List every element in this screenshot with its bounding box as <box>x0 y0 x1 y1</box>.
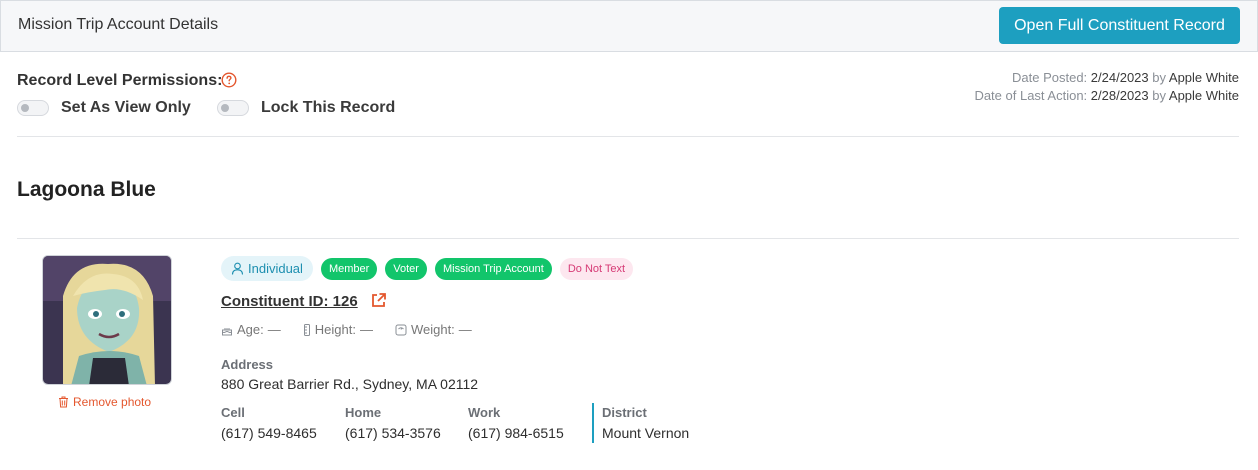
address-value: 880 Great Barrier Rd., Sydney, MA 02112 <box>221 376 479 392</box>
permissions-label: Record Level Permissions: <box>17 72 223 89</box>
work-label: Work <box>468 405 501 420</box>
last-action-line: Date of Last Action: 2/28/2023 by Apple … <box>974 87 1239 105</box>
cell-label: Cell <box>221 405 245 420</box>
help-icon[interactable] <box>221 72 237 88</box>
type-badge-label: Individual <box>248 261 303 276</box>
weight-label: Weight: <box>410 322 455 337</box>
open-full-record-button[interactable]: Open Full Constituent Record <box>999 7 1240 44</box>
posted-by-value: Apple White <box>1168 70 1239 85</box>
person-icon <box>231 262 244 275</box>
weight-item: Weight: — <box>395 322 472 337</box>
remove-photo-label: Remove photo <box>73 395 152 409</box>
address-label: Address <box>221 357 274 372</box>
date-posted-label: Date Posted: <box>1012 70 1088 85</box>
external-link-icon[interactable] <box>370 292 387 309</box>
last-action-value: 2/28/2023 <box>1090 88 1149 103</box>
tag-voter: Voter <box>385 257 427 280</box>
home-value[interactable]: (617) 534-3576 <box>345 425 441 441</box>
home-label: Home <box>345 405 382 420</box>
height-item: Height: — <box>303 322 373 337</box>
work-value[interactable]: (617) 984-6515 <box>468 425 564 441</box>
age-label: Age: <box>237 322 264 337</box>
cell-value[interactable]: (617) 549-8465 <box>221 425 317 441</box>
last-action-by-label: by <box>1152 88 1166 103</box>
page-title: Mission Trip Account Details <box>18 16 219 33</box>
date-posted-line: Date Posted: 2/24/2023 by Apple White <box>974 69 1239 87</box>
date-posted-value: 2/24/2023 <box>1090 70 1149 85</box>
lock-record-label: Lock This Record <box>261 99 396 116</box>
tag-member: Member <box>320 257 378 280</box>
view-only-label: Set As View Only <box>61 99 191 116</box>
weight-value: — <box>458 322 472 337</box>
posted-by-label: by <box>1152 70 1166 85</box>
age-item: Age: — <box>221 322 281 337</box>
header-bar: Mission Trip Account Details Open Full C… <box>0 0 1258 52</box>
constituent-name: Lagoona Blue <box>17 178 156 201</box>
tag-list: Individual Member Voter Mission Trip Acc… <box>221 256 634 281</box>
remove-photo-button[interactable]: Remove photo <box>58 395 151 409</box>
divider <box>17 136 1239 137</box>
avatar-image <box>43 256 171 384</box>
view-only-row: Set As View Only <box>17 99 191 117</box>
district-label: District <box>602 405 647 420</box>
last-action-label: Date of Last Action: <box>974 88 1088 103</box>
district-value: Mount Vernon <box>602 425 690 441</box>
lock-record-row: Lock This Record <box>217 99 395 117</box>
vitals-row: Age: — Height: — Weight: — <box>221 322 472 337</box>
age-value: — <box>267 322 281 337</box>
scale-icon <box>395 324 407 335</box>
last-action-by-value: Apple White <box>1168 88 1239 103</box>
record-meta: Date Posted: 2/24/2023 by Apple White Da… <box>974 69 1239 105</box>
view-only-toggle[interactable] <box>17 100 49 116</box>
height-value: — <box>359 322 373 337</box>
cake-icon <box>222 327 232 335</box>
tag-mission-trip-account: Mission Trip Account <box>434 257 552 280</box>
lock-record-toggle[interactable] <box>217 100 249 116</box>
trash-icon <box>59 396 68 408</box>
ruler-icon <box>303 323 310 336</box>
height-label: Height: <box>314 322 356 337</box>
district-divider <box>592 403 594 443</box>
tag-do-not-text: Do Not Text <box>559 257 634 280</box>
constituent-id-link[interactable]: Constituent ID: 126 <box>221 293 358 310</box>
type-badge: Individual <box>221 256 313 281</box>
avatar[interactable] <box>42 255 172 385</box>
divider <box>17 238 1239 239</box>
